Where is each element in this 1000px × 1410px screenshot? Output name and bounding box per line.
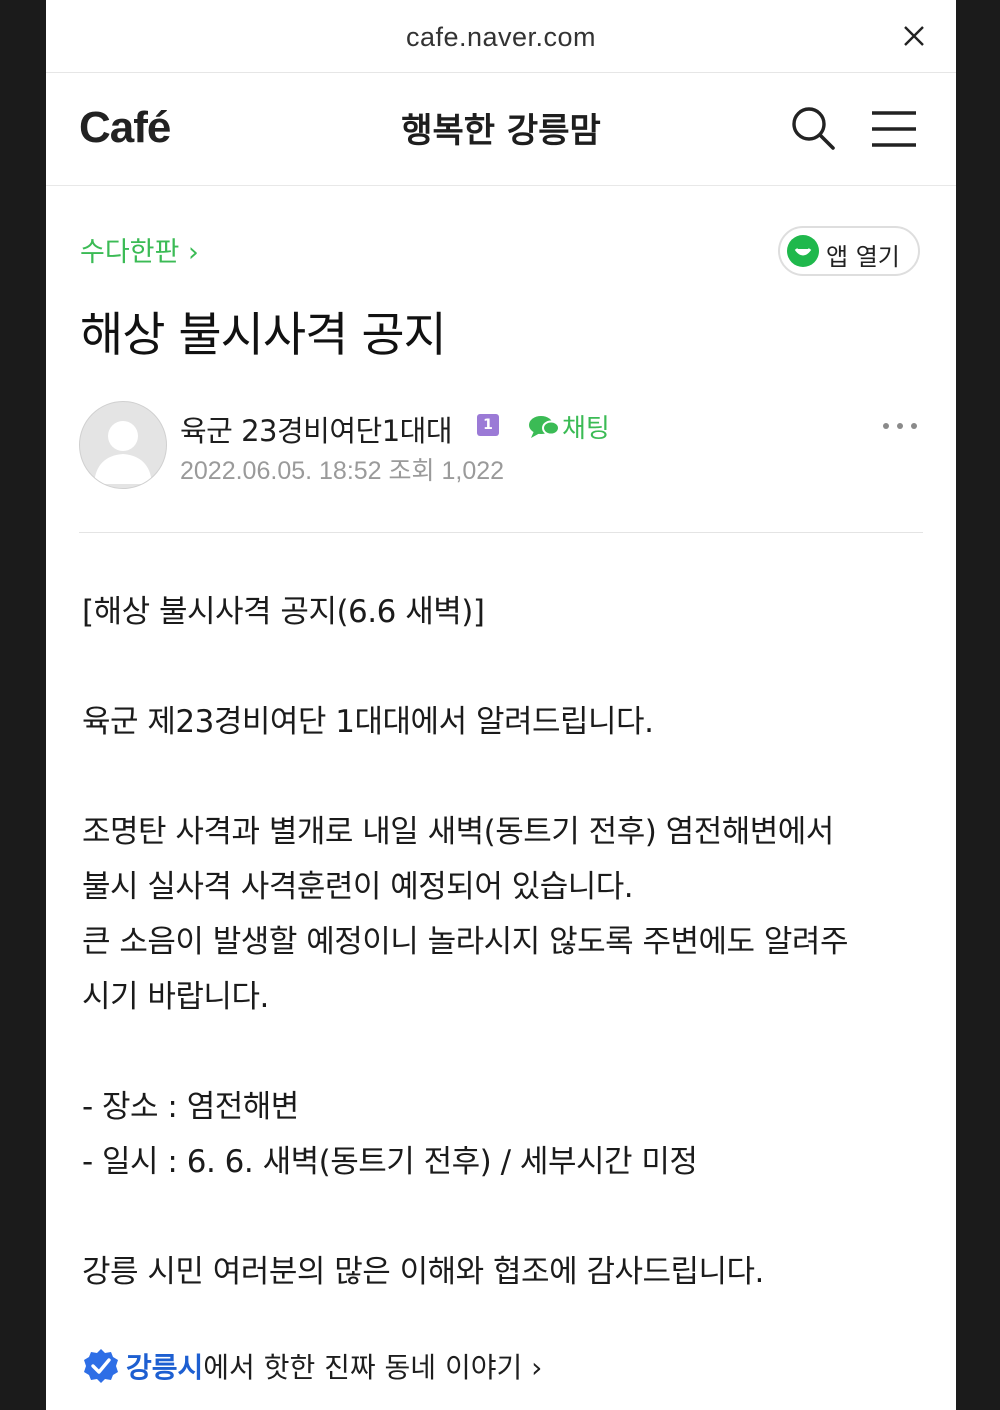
url-bar: cafe.naver.com <box>46 0 956 73</box>
browser-window: cafe.naver.com Café 행복한 강릉맘 수다한판 › 앱 열기 … <box>46 0 956 1410</box>
right-backdrop <box>956 0 1000 1410</box>
body-line: 육군 제23경비여단 1대대에서 알려드립니다. <box>82 704 654 740</box>
views-label: 조회 <box>388 457 435 485</box>
chat-bubble-icon <box>529 416 560 438</box>
body-line: - 장소 : 염전해변 <box>82 1089 299 1125</box>
body-line: 강릉 시민 여러분의 많은 이해와 협조에 감사드립니다. <box>82 1254 764 1290</box>
body-line: - 일시 : 6. 6. 새벽(동트기 전후) / 세부시간 미정 <box>82 1144 698 1180</box>
search-icon[interactable] <box>790 105 836 151</box>
post-date: 2022.06.05. 18:52 <box>180 457 382 485</box>
menu-icon[interactable] <box>870 109 918 149</box>
app-open-button[interactable]: 앱 열기 <box>778 226 920 276</box>
body-line: 불시 실사격 사격훈련이 예정되어 있습니다. <box>82 869 634 905</box>
local-city: 강릉시 <box>126 1351 204 1384</box>
more-options-icon[interactable] <box>880 414 920 438</box>
article-title: 해상 불시사격 공지 <box>80 308 447 363</box>
body-line: 시기 바랍니다. <box>82 979 269 1015</box>
author-name[interactable]: 육군 23경비여단1대대 <box>180 408 453 450</box>
cafe-header: Café 행복한 강릉맘 <box>46 73 956 186</box>
body-line: 조명탄 사격과 별개로 내일 새벽(동트기 전후) 염전해변에서 <box>82 814 834 850</box>
chat-button[interactable]: 채팅 <box>528 408 610 445</box>
url-text[interactable]: cafe.naver.com <box>46 22 956 53</box>
left-backdrop <box>0 0 46 1410</box>
app-open-label: 앱 열기 <box>826 243 900 271</box>
author-avatar[interactable] <box>79 401 167 489</box>
local-banner-text: 에서 핫한 진짜 동네 이야기 › <box>203 1351 543 1384</box>
board-breadcrumb[interactable]: 수다한판 › <box>80 230 199 269</box>
local-stories-link[interactable]: 강릉시에서 핫한 진짜 동네 이야기 › <box>82 1346 542 1386</box>
member-level-badge: 1 <box>477 414 499 436</box>
naver-cafe-app-icon <box>787 235 819 267</box>
body-line: 큰 소음이 발생할 예정이니 놀라시지 않도록 주변에도 알려주 <box>82 924 848 960</box>
verified-badge-icon <box>84 1349 118 1383</box>
views-count: 1,022 <box>441 457 505 485</box>
close-icon[interactable] <box>902 24 926 48</box>
header-divider <box>79 532 923 533</box>
chat-label: 채팅 <box>562 414 610 444</box>
body-line: [해상 불시사격 공지(6.6 새벽)] <box>82 594 485 630</box>
article-meta: 2022.06.05. 18:52 조회 1,022 <box>180 451 504 487</box>
